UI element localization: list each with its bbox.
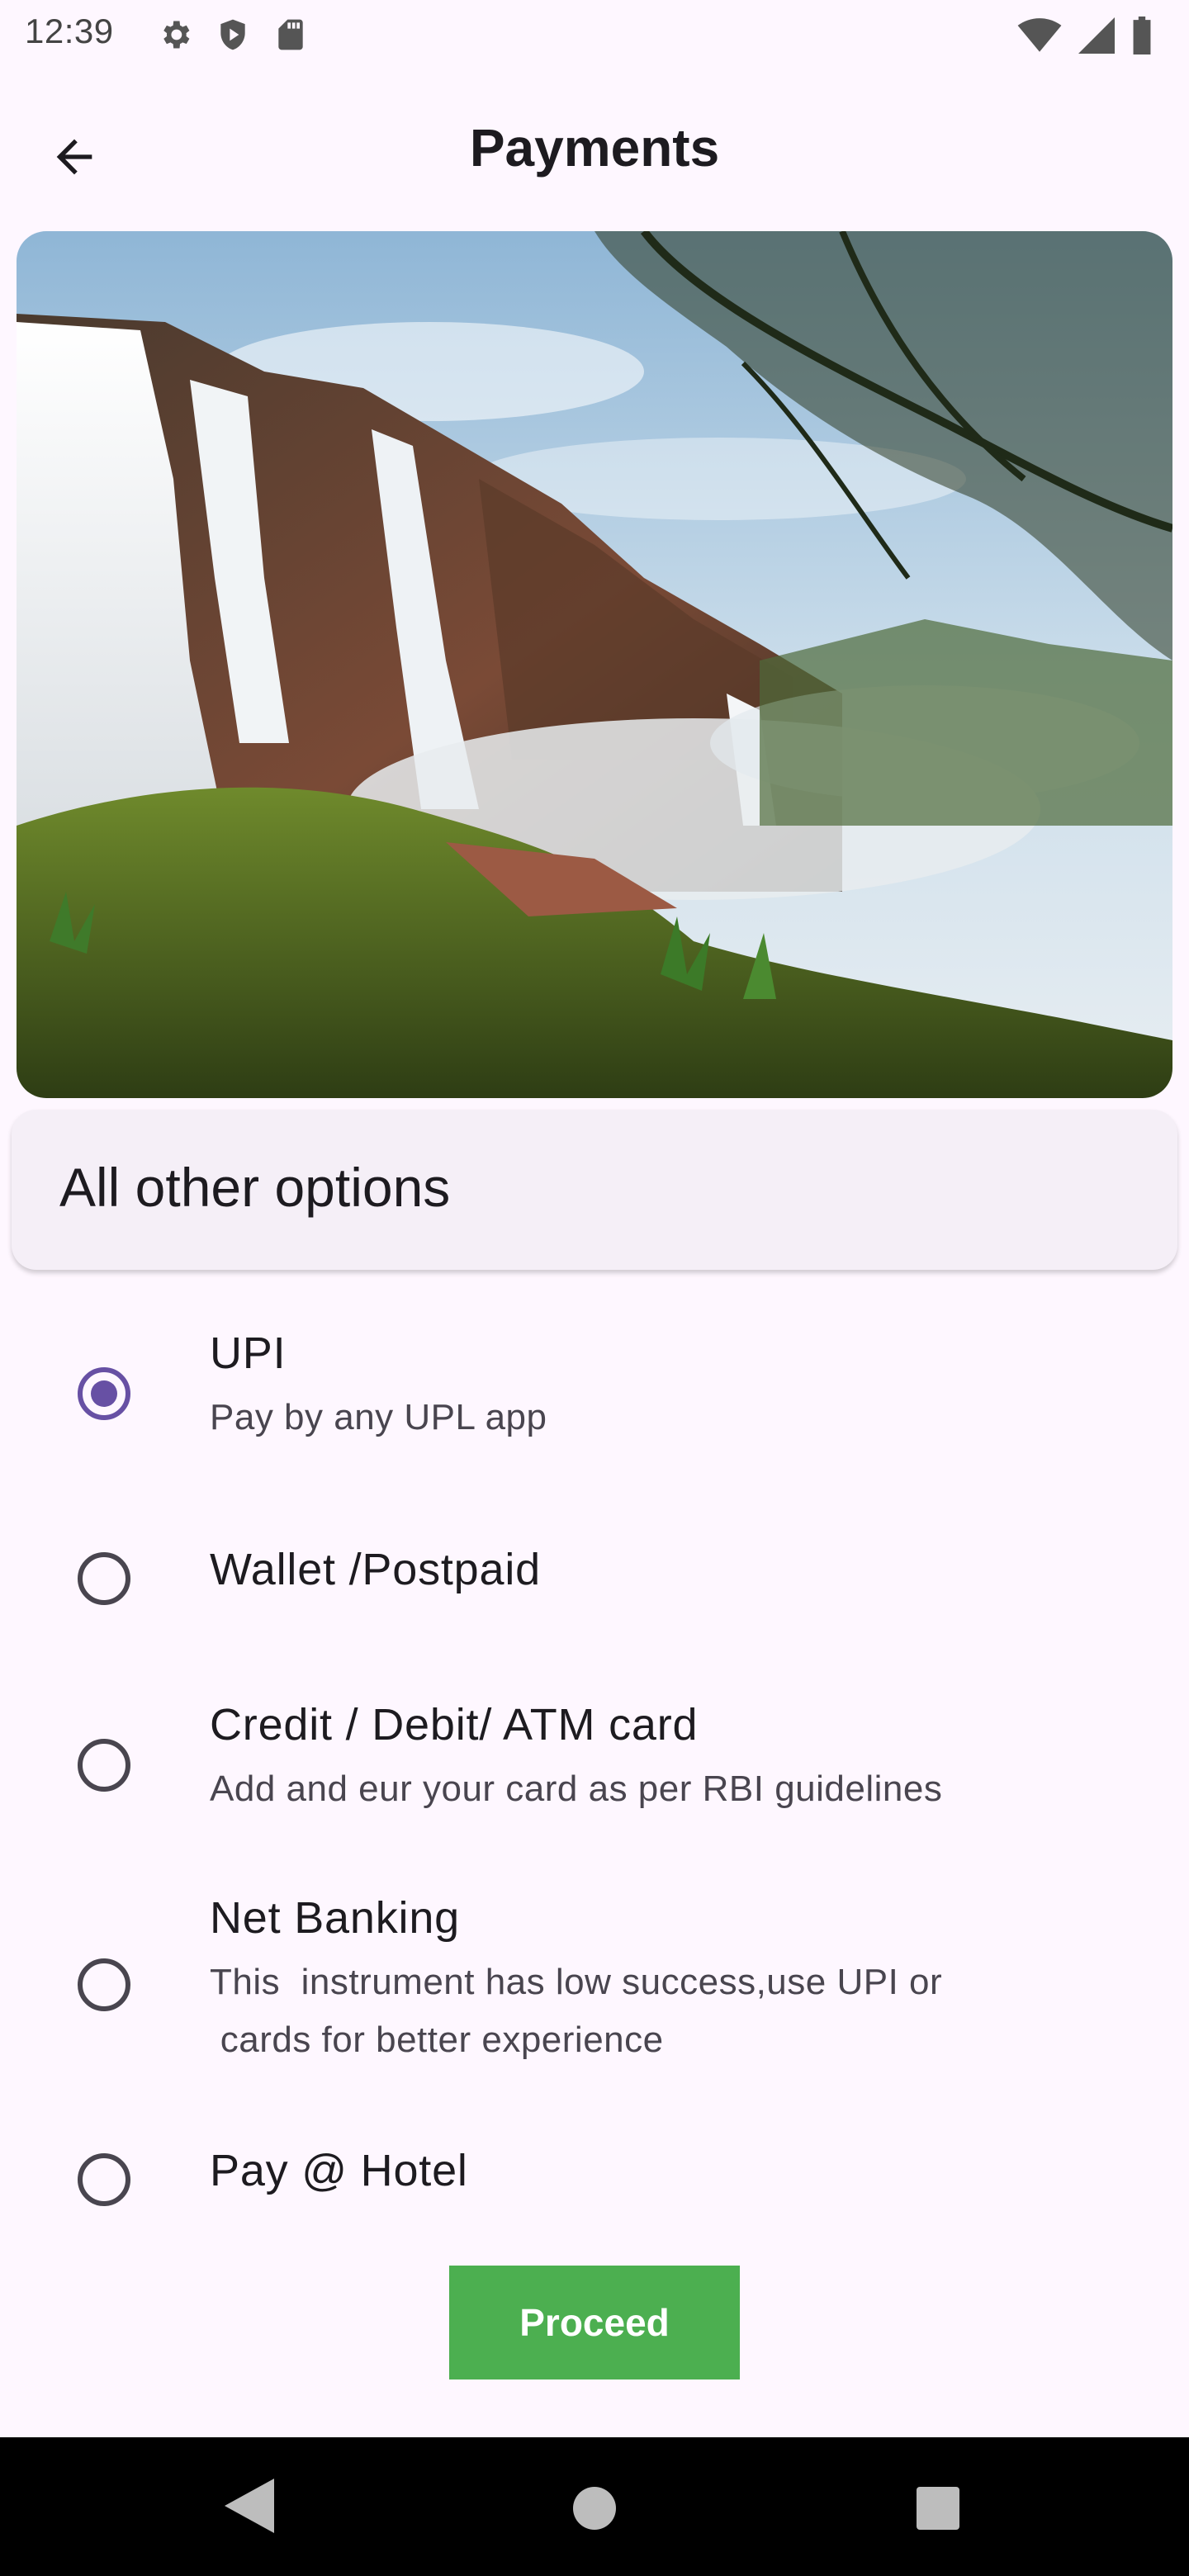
netbanking-subtitle-line1: This instrument has low success,use UPI …: [210, 1962, 943, 2002]
upi-radio[interactable]: [78, 1367, 130, 1420]
upi-subtitle: Pay by any UPL app: [210, 1397, 547, 1437]
wallet-title: Wallet /Postpaid: [210, 1545, 541, 1594]
options-header-title: All other options: [59, 1157, 451, 1218]
battery-icon: [1131, 17, 1153, 54]
signal-icon: [1078, 17, 1115, 54]
options-header: All other options: [12, 1110, 1177, 1270]
hero-image: [17, 231, 1172, 1098]
payment-option-hotel[interactable]: Pay @ Hotel: [0, 2130, 1189, 2229]
proceed-button[interactable]: Proceed: [449, 2266, 740, 2379]
status-left-icons: [157, 17, 309, 53]
status-bar: 12:39: [0, 0, 1189, 69]
nav-home-icon[interactable]: [573, 2487, 616, 2530]
wallet-radio[interactable]: [78, 1552, 130, 1605]
nav-recents-icon[interactable]: [917, 2487, 959, 2530]
card-title: Credit / Debit/ ATM card: [210, 1700, 699, 1750]
hotel-radio[interactable]: [78, 2153, 130, 2206]
payment-option-upi[interactable]: UPI Pay by any UPL app: [0, 1321, 1189, 1461]
status-time: 12:39: [25, 12, 114, 50]
payment-option-card[interactable]: Credit / Debit/ ATM card Add and eur you…: [0, 1693, 1189, 1833]
system-nav-bar: [0, 2437, 1189, 2576]
wifi-icon: [1017, 17, 1062, 54]
payment-option-wallet[interactable]: Wallet /Postpaid: [0, 1527, 1189, 1627]
card-radio[interactable]: [78, 1739, 130, 1792]
page-title: Payments: [469, 118, 720, 178]
status-right-icons: [1017, 17, 1153, 54]
upi-title: UPI: [210, 1328, 287, 1378]
payment-option-netbanking[interactable]: Net Banking This instrument has low succ…: [0, 1886, 1189, 2076]
netbanking-title: Net Banking: [210, 1893, 460, 1943]
app-bar: Payments: [0, 99, 1189, 203]
hotel-title: Pay @ Hotel: [210, 2146, 468, 2195]
sd-card-icon: [272, 17, 309, 53]
nav-back-icon[interactable]: [225, 2479, 274, 2537]
waterfall-landscape-image: [17, 231, 1172, 1098]
gear-icon: [157, 17, 193, 53]
shield-icon: [215, 17, 251, 53]
netbanking-subtitle-line2: cards for better experience: [210, 2020, 664, 2060]
card-subtitle: Add and eur your card as per RBI guideli…: [210, 1769, 943, 1809]
netbanking-radio[interactable]: [78, 1958, 130, 2011]
